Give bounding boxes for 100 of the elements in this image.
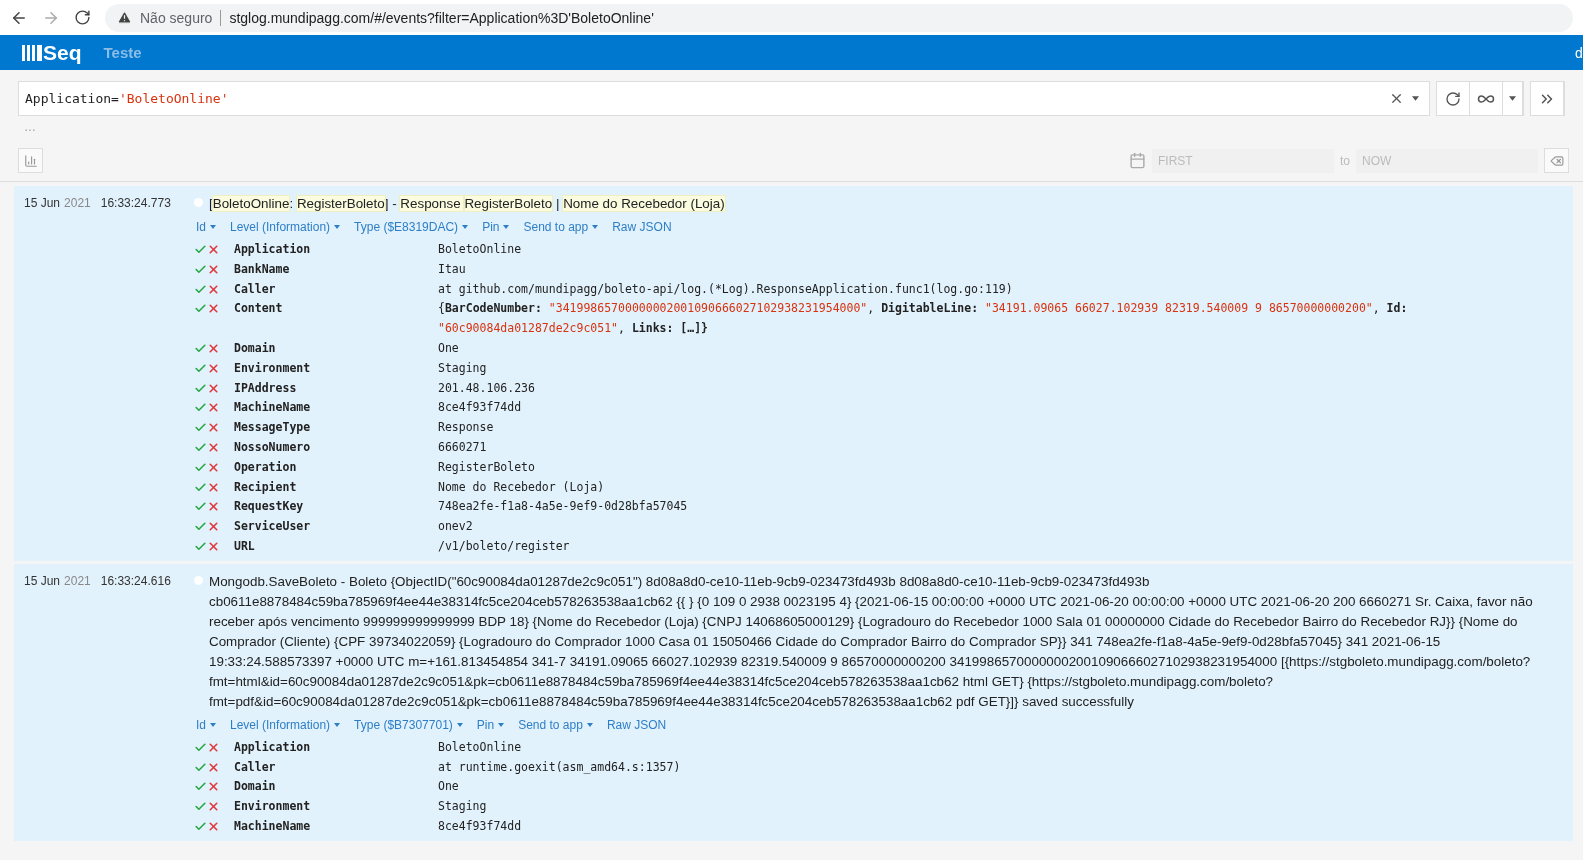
property-value: 748ea2fe-f1a8-4a5e-9ef9-0d28bfa57045 xyxy=(438,498,689,516)
event-action-link[interactable]: Pin xyxy=(482,220,510,234)
workspace-label[interactable]: Teste xyxy=(103,44,142,61)
property-value: Nome do Recebedor (Loja) xyxy=(438,478,606,496)
more-ellipsis[interactable]: … xyxy=(0,116,1583,140)
level-dot-icon xyxy=(194,198,203,207)
event-action-link[interactable]: Level (Information) xyxy=(230,717,341,732)
check-icon[interactable] xyxy=(194,243,207,256)
check-icon[interactable] xyxy=(194,440,207,454)
close-icon[interactable] xyxy=(207,740,220,754)
property-name: MessageType xyxy=(234,419,312,437)
property-name: BankName xyxy=(234,260,291,278)
close-icon[interactable] xyxy=(207,401,220,415)
check-icon[interactable] xyxy=(194,819,207,833)
close-icon[interactable] xyxy=(207,520,220,534)
close-icon[interactable] xyxy=(207,480,220,494)
property-name: Operation xyxy=(234,458,298,476)
property-value: Staging xyxy=(438,798,488,816)
property-name: IPAddress xyxy=(234,379,298,397)
check-icon[interactable] xyxy=(194,760,207,774)
check-icon[interactable] xyxy=(194,381,207,395)
close-icon[interactable] xyxy=(207,780,220,794)
event-action-link[interactable]: Send to app xyxy=(518,717,593,732)
event-action-link[interactable]: Id xyxy=(196,220,216,234)
event-time: 16:33:24.616 xyxy=(100,573,171,590)
event-action-link[interactable]: Type ($E8319DAC) xyxy=(354,220,469,234)
property-name: Caller xyxy=(234,280,277,298)
close-icon[interactable] xyxy=(207,302,220,316)
close-icon[interactable] xyxy=(207,500,220,514)
event-year: 2021 xyxy=(64,196,91,212)
close-icon[interactable] xyxy=(207,800,220,814)
close-icon[interactable] xyxy=(207,819,220,833)
event-row[interactable] xyxy=(14,563,1573,841)
close-icon[interactable] xyxy=(207,760,220,774)
event-action-link[interactable]: Id xyxy=(196,717,216,732)
property-value: One xyxy=(438,340,460,357)
property-name: Domain xyxy=(234,340,277,357)
property-value: /v1/boleto/register xyxy=(438,537,571,555)
seq-logo[interactable]: Seq xyxy=(22,40,82,65)
close-icon[interactable] xyxy=(207,381,220,395)
chart-icon[interactable] xyxy=(18,148,43,173)
filter-field[interactable]: Application='BoletoOnline' xyxy=(18,81,1430,116)
property-name: NossoNumero xyxy=(234,438,312,456)
property-name: MachineName xyxy=(234,399,312,417)
close-icon[interactable] xyxy=(207,440,220,454)
property-name: Environment xyxy=(234,359,312,377)
property-value: 201.48.106.236 xyxy=(438,379,536,397)
user-label[interactable]: d xyxy=(1575,44,1583,61)
property-value: onev2 xyxy=(438,518,474,536)
event-action-link[interactable]: Pin xyxy=(476,717,505,732)
close-icon[interactable] xyxy=(207,421,220,435)
property-name: Environment xyxy=(234,798,312,816)
property-name: URL xyxy=(234,537,256,555)
event-date: 15 Jun xyxy=(24,573,61,590)
clear-range-icon[interactable] xyxy=(1544,148,1569,173)
check-icon[interactable] xyxy=(194,740,207,754)
property-value: RegisterBoleto xyxy=(438,458,536,476)
property-name: ServiceUser xyxy=(234,518,312,536)
event-action-link[interactable]: Type ($B7307701) xyxy=(354,717,463,732)
property-value: at github.com/mundipagg/boleto-api/log.(*Log).ResponseApplication.func1(log.go:119) xyxy=(438,280,1014,298)
property-value: 6660271 xyxy=(438,438,488,456)
event-action-link[interactable]: Send to app xyxy=(523,220,599,234)
property-value: BoletoOnline xyxy=(438,738,523,756)
level-dot-icon xyxy=(194,575,203,585)
event-time: 16:33:24.773 xyxy=(100,196,171,212)
property-name: RequestKey xyxy=(234,498,305,516)
event-action-link[interactable]: Raw JSON xyxy=(606,717,667,732)
event-message: Mongodb.SaveBoleto - Boleto {ObjectID("60c90084da01287de2c9c051") 8d08a8d0-ce10-11eb-9cb9-023473fd493b 8d08a8d0-ce10-11eb-9cb9-023473fd493b cb0611e8878484c59ba785969f4ee44e38314fc5ce204ceb578263538aa1cb62 {{ } {0 109 0 2938 0023195 4} {2021-06-15 00:00:00 +0000 UTC 2021-06-20 00:00:00 +0000 UTC 2021-06-20 200 6660271 Sr. Caixa, favor não receber após vencimento 999999999999999 BDP 18} {Nome do Recebedor (Loja) {CNPJ 14068605000129} {Logradouro do Recebedor 1000 Sala 01 00000000 Cidade do Recebedor Bairro do Recebedor RJ}} {Nome do Comprador (Cliente) {CPF 39734022059} {Logradouro do Comprador 1000 Casa 01 15050466 Cidade do Comprador Bairro do Comprador SP}} 341 748ea2fe-f1a8-4a5e-9ef9-0d28bfa57045} 341 2021-06-15 19:33:24.588573397 +0000 UTC m=+161.813454854 341-7 34191.09065 66027.102939 82319.540009 9 86570000000200 34199865700000002001090666027102938231954000 [{https://stgboleto.mundipagg.com/boleto?fmt=html&id=60c90084da01287de2c9c051&pk=cb0611e8878484c59ba785969f4ee44e38314fc5ce204ceb578263538aa1cb62 html GET} {https://stgboleto.mundipagg.com/boleto?fmt=pdf&id=60c90084da01287de2c9c051&pk=cb0611e8878484c59ba785969f4ee44e38314fc5ce204ceb578263538aa1cb62 pdf GET}]} saved successfully xyxy=(209,572,1534,711)
property-name: MachineName xyxy=(234,817,312,835)
property-value: BoletoOnline xyxy=(438,241,523,258)
calendar-icon[interactable] xyxy=(1129,152,1146,169)
bars-icon xyxy=(22,44,42,61)
close-icon[interactable] xyxy=(207,282,220,296)
property-name: Content xyxy=(234,300,284,318)
property-value: One xyxy=(438,778,460,796)
check-icon[interactable] xyxy=(194,460,207,474)
property-name: Application xyxy=(234,241,312,258)
event-year: 2021 xyxy=(64,573,91,590)
property-value: Staging xyxy=(438,359,488,377)
check-icon[interactable] xyxy=(194,282,207,296)
reload-icon[interactable] xyxy=(74,9,91,26)
check-icon[interactable] xyxy=(194,262,207,276)
check-icon[interactable] xyxy=(194,480,207,494)
close-icon[interactable] xyxy=(207,243,220,256)
close-icon[interactable] xyxy=(207,539,220,553)
property-value: at runtime.goexit(asm_amd64.s:1357) xyxy=(438,758,682,776)
property-value: 8ce4f93f74dd xyxy=(438,817,523,835)
close-icon[interactable] xyxy=(207,342,220,355)
close-icon[interactable] xyxy=(207,361,220,375)
check-icon[interactable] xyxy=(194,539,207,553)
security-label: Não seguro xyxy=(140,9,213,26)
close-icon[interactable] xyxy=(207,262,220,276)
check-icon[interactable] xyxy=(194,342,207,355)
event-action-link[interactable]: Raw JSON xyxy=(612,220,672,234)
address-bar[interactable]: Não seguro stglog.mundipagg.com/#/events?filter=Application%3D'BoletoOnline' xyxy=(105,3,1573,32)
check-icon[interactable] xyxy=(194,361,207,375)
event-action-link[interactable]: Level (Information) xyxy=(230,220,341,234)
property-name: Application xyxy=(234,738,312,756)
property-value: Response xyxy=(438,419,495,437)
close-icon[interactable] xyxy=(207,460,220,474)
